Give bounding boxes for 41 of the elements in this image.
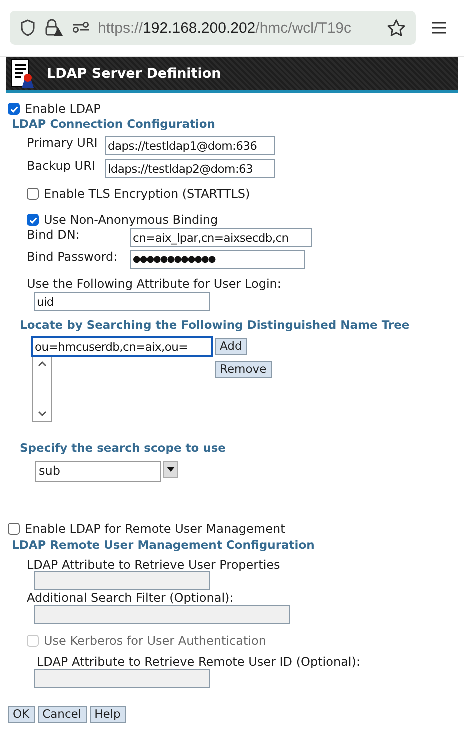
scroll-down-icon[interactable] <box>38 411 46 417</box>
field-label: Additional Search Filter (Optional): <box>27 591 235 605</box>
scroll-up-icon[interactable] <box>38 361 46 367</box>
document-certificate-icon <box>11 58 35 88</box>
checkmark-icon[interactable] <box>28 216 38 224</box>
checkbox[interactable]: Enable TLS Encryption (STARTTLS) <box>27 186 464 202</box>
section-heading: Specify the search scope to use <box>20 441 227 455</box>
star-icon[interactable] <box>387 19 406 37</box>
dialog-button[interactable]: Cancel <box>38 706 87 723</box>
input-field[interactable]: daps://testldap1@dom:636 <box>105 136 275 155</box>
field-label: Use the Following Attribute for User Login: <box>27 277 282 291</box>
add-button[interactable]: Add <box>215 338 248 355</box>
input-field[interactable]: cn=aix_lpar,cn=aixsecdb,cn <box>130 228 312 247</box>
page-title: LDAP Server Definition <box>47 66 222 82</box>
field-label: Backup URI <box>27 159 96 173</box>
scope-dropdown[interactable]: sub <box>35 461 161 482</box>
section-heading: LDAP Remote User Management Configuration <box>12 538 316 552</box>
list-box[interactable] <box>32 356 52 422</box>
url-text: https://192.168.200.202/hmc/wcl/T19c <box>98 20 353 36</box>
field-label: Bind DN: <box>27 228 81 242</box>
dialog-button[interactable]: Help <box>90 706 126 723</box>
dialog-button[interactable]: OK <box>8 706 35 723</box>
input-field[interactable]: ldaps://testldap2@dom:63 <box>105 159 275 178</box>
field-label: LDAP Attribute to Retrieve Remote User ID (Optional): <box>37 655 362 669</box>
section-heading: Locate by Searching the Following Distinguished Name Tree <box>20 318 411 332</box>
field-label: Bind Password: <box>27 250 119 264</box>
checkbox[interactable]: Enable LDAP for Remote User Management <box>8 521 464 537</box>
lock-warning-icon[interactable] <box>44 19 64 37</box>
input-field[interactable]: ou=hmcuserdb,cn=aix,ou= <box>32 337 212 356</box>
field-label: LDAP Attribute to Retrieve User Properties <box>27 558 282 572</box>
input-field[interactable]: uid <box>34 292 210 311</box>
checkbox[interactable]: Use Non-Anonymous Binding <box>27 212 464 228</box>
shield-icon[interactable] <box>20 19 36 37</box>
password-field[interactable]: ●●●●●●●●●●●● <box>130 250 305 269</box>
checkmark-icon[interactable] <box>10 104 18 114</box>
address-bar[interactable]: https://192.168.200.202/hmc/wcl/T19c <box>10 11 416 45</box>
remove-button[interactable]: Remove <box>215 361 272 378</box>
field-label: Primary URI <box>27 136 99 150</box>
permissions-icon[interactable] <box>72 22 90 34</box>
checkbox[interactable]: Enable LDAP <box>8 101 464 117</box>
section-heading: LDAP Connection Configuration <box>12 117 216 131</box>
